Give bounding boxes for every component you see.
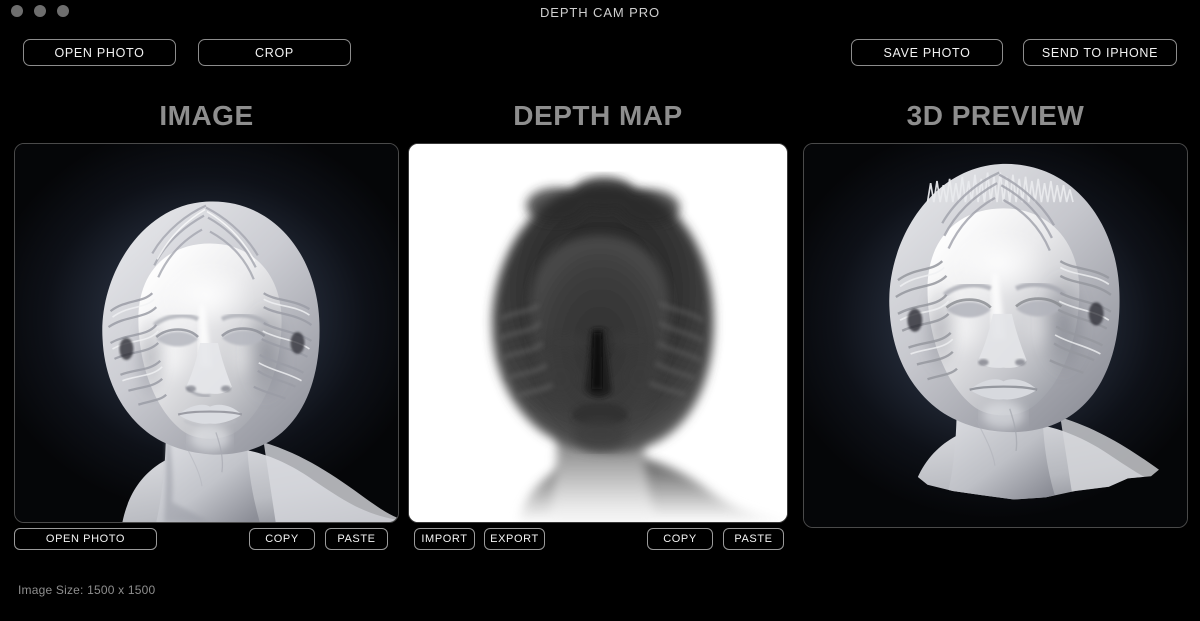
depth-map-image xyxy=(409,144,787,522)
save-photo-button[interactable]: SAVE PHOTO xyxy=(851,39,1003,66)
app-window: DEPTH CAM PRO OPEN PHOTO CROP SAVE PHOTO… xyxy=(0,0,1200,621)
depth-map-panel-title: DEPTH MAP xyxy=(513,100,683,131)
image-panel-title: IMAGE xyxy=(159,100,254,131)
image-paste-button[interactable]: PASTE xyxy=(325,528,388,550)
panel-action-bar: OPEN PHOTO COPY PASTE IMPORT EXPORT COPY… xyxy=(0,528,1200,552)
depth-import-button[interactable]: IMPORT xyxy=(414,528,475,550)
depth-silhouette-illustration xyxy=(409,144,787,522)
bust-group xyxy=(102,201,398,522)
image-size-status: Image Size: 1500 x 1500 xyxy=(18,583,156,597)
depth-paste-button[interactable]: PASTE xyxy=(723,528,784,550)
window-titlebar: DEPTH CAM PRO xyxy=(0,0,1200,26)
crop-button[interactable]: CROP xyxy=(198,39,351,66)
depth-export-button[interactable]: EXPORT xyxy=(484,528,545,550)
image-open-photo-button[interactable]: OPEN PHOTO xyxy=(14,528,157,550)
image-panel[interactable] xyxy=(14,143,399,523)
preview-3d-render xyxy=(804,144,1187,527)
preview-3d-panel[interactable] xyxy=(803,143,1188,528)
image-panel-photo xyxy=(15,144,398,522)
depth-copy-button[interactable]: COPY xyxy=(647,528,713,550)
depth-map-panel[interactable] xyxy=(408,143,788,523)
open-photo-button[interactable]: OPEN PHOTO xyxy=(23,39,176,66)
image-copy-button[interactable]: COPY xyxy=(249,528,315,550)
preview-3d-panel-title: 3D PREVIEW xyxy=(906,100,1085,131)
toolbar-right: SAVE PHOTO SEND TO IPHONE xyxy=(851,39,1177,66)
marble-bust-illustration xyxy=(102,201,398,522)
toolbar-left: OPEN PHOTO CROP xyxy=(23,39,351,66)
section-headers: IMAGE DEPTH MAP 3D PREVIEW xyxy=(0,100,1200,140)
window-title: DEPTH CAM PRO xyxy=(539,5,661,20)
mesh-bust-illustration xyxy=(889,163,1187,500)
send-to-iphone-button[interactable]: SEND TO IPHONE xyxy=(1023,39,1177,66)
